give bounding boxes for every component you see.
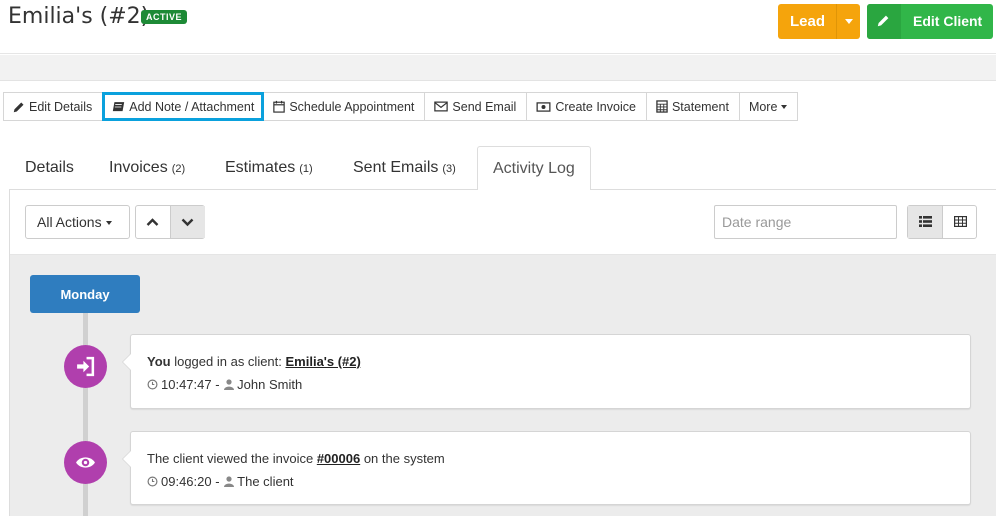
- activity-time: 10:47:47: [161, 377, 212, 392]
- add-note-attachment-label: Add Note / Attachment: [129, 99, 255, 114]
- user-icon: [224, 379, 235, 390]
- tab-estimates-count: (1): [299, 163, 313, 175]
- edit-client-button[interactable]: Edit Client: [867, 4, 993, 39]
- pencil-icon: [867, 4, 901, 39]
- activity-separator: -: [211, 377, 224, 392]
- list-view-button[interactable]: [908, 206, 943, 238]
- sort-ascending-button[interactable]: [136, 206, 170, 238]
- table-view-button[interactable]: [943, 206, 978, 238]
- edit-details-label: Edit Details: [29, 99, 93, 114]
- lead-button[interactable]: Lead: [778, 4, 860, 39]
- activity-separator: -: [211, 474, 224, 489]
- activity-user: John Smith: [237, 377, 303, 392]
- filter-bar: All Actions: [10, 190, 996, 255]
- all-actions-dropdown[interactable]: All Actions: [25, 205, 130, 239]
- list-icon: [919, 216, 932, 227]
- edit-client-label: Edit Client: [913, 13, 983, 29]
- envelope-icon: [434, 101, 449, 112]
- chevron-up-icon: [146, 218, 159, 226]
- date-range-input[interactable]: [714, 205, 897, 239]
- sort-descending-button[interactable]: [170, 206, 205, 238]
- edit-details-button[interactable]: Edit Details: [3, 92, 104, 121]
- tab-activity-log-label: Activity Log: [493, 160, 575, 177]
- activity-log-panel: All Actions Monday: [9, 190, 996, 516]
- page-title: Emilia's (#2): [8, 4, 150, 29]
- tab-sent-emails[interactable]: Sent Emails (3): [353, 146, 456, 190]
- sub-header-bar: [0, 55, 996, 81]
- create-invoice-button[interactable]: Create Invoice: [526, 92, 647, 121]
- client-tabs: Details Invoices (2) Estimates (1) Sent Em…: [9, 146, 996, 191]
- caret-down-icon: [105, 221, 112, 226]
- activity-actor: You: [147, 354, 171, 369]
- caret-down-icon: [781, 104, 788, 109]
- invoice-link[interactable]: #00006: [317, 451, 360, 466]
- clock-icon: [147, 476, 158, 487]
- tab-estimates[interactable]: Estimates (1): [225, 146, 313, 190]
- send-email-label: Send Email: [452, 99, 517, 114]
- add-note-attachment-button[interactable]: Add Note / Attachment: [102, 92, 265, 121]
- pencil-icon: [13, 102, 24, 112]
- status-badge: ACTIVE: [141, 10, 188, 24]
- activity-description: logged in as client:: [170, 354, 286, 369]
- view-toggle-group: [907, 205, 977, 239]
- tab-invoices[interactable]: Invoices (2): [109, 146, 185, 190]
- table-icon: [954, 216, 967, 227]
- user-icon: [224, 476, 235, 487]
- activity-entry: The client viewed the invoice #00006 on …: [122, 431, 971, 505]
- action-toolbar: Edit Details Add Note / Attachment Sched…: [3, 92, 799, 121]
- tab-details-label: Details: [25, 159, 74, 176]
- book-icon: [113, 101, 125, 111]
- money-icon: [536, 101, 551, 112]
- activity-entry: You logged in as client: Emilia's (#2) 1…: [122, 334, 971, 409]
- day-label: Monday: [30, 275, 140, 313]
- statement-label: Statement: [671, 99, 729, 114]
- more-label: More: [748, 99, 778, 114]
- send-email-button[interactable]: Send Email: [424, 92, 528, 121]
- activity-entry-text: You logged in as client: Emilia's (#2): [147, 354, 361, 369]
- clock-icon: [147, 379, 158, 390]
- schedule-appointment-label: Schedule Appointment: [289, 99, 415, 114]
- chevron-down-icon: [181, 218, 194, 227]
- create-invoice-label: Create Invoice: [555, 99, 636, 114]
- tab-details[interactable]: Details: [25, 146, 74, 190]
- timeline-line: [83, 310, 88, 516]
- activity-description: The client viewed the invoice: [147, 451, 317, 466]
- table-icon: [656, 100, 668, 113]
- tab-activity-log[interactable]: Activity Log: [477, 146, 591, 191]
- lead-button-label: Lead: [790, 13, 826, 30]
- statement-button[interactable]: Statement: [645, 92, 740, 121]
- calendar-icon: [273, 100, 286, 113]
- activity-user: The client: [237, 474, 294, 489]
- tab-estimates-label: Estimates: [225, 159, 296, 176]
- activity-meta: 10:47:47 - John Smith: [147, 377, 302, 392]
- all-actions-label: All Actions: [37, 214, 102, 230]
- tab-sent-emails-label: Sent Emails: [353, 159, 439, 176]
- eye-icon: [64, 441, 107, 484]
- activity-entry-text: The client viewed the invoice #00006 on …: [147, 451, 445, 466]
- sign-in-icon: [64, 345, 107, 388]
- activity-description-after: on the system: [360, 451, 445, 466]
- activity-meta: 09:46:20 - The client: [147, 474, 294, 489]
- page-header: Emilia's (#2) ACTIVE Lead Edit Client: [0, 0, 996, 54]
- chevron-down-icon[interactable]: [836, 4, 860, 39]
- schedule-appointment-button[interactable]: Schedule Appointment: [263, 92, 426, 121]
- tab-invoices-count: (2): [171, 163, 186, 175]
- tab-sent-emails-count: (3): [442, 163, 456, 175]
- activity-timeline: Monday You logged in as client: Emilia's…: [10, 255, 996, 516]
- tab-invoices-label: Invoices: [109, 159, 168, 176]
- more-dropdown-button[interactable]: More: [738, 92, 799, 121]
- activity-time: 09:46:20: [161, 474, 212, 489]
- sort-order-group: [135, 205, 205, 239]
- client-link[interactable]: Emilia's (#2): [286, 354, 361, 369]
